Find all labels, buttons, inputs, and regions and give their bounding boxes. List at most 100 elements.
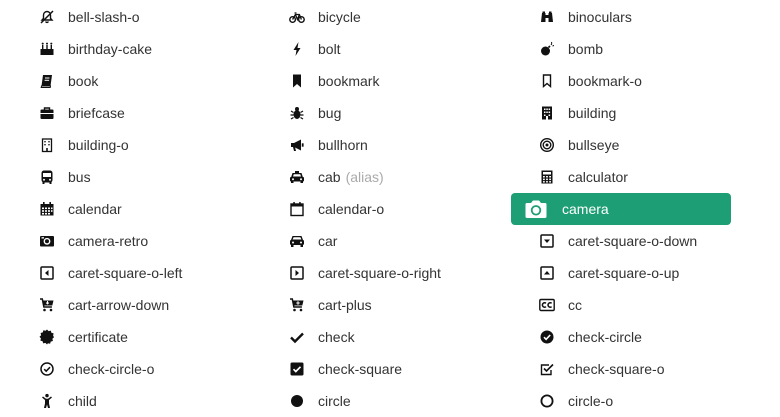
icon-item-circle-o[interactable]: circle-o — [511, 385, 731, 417]
icon-label: calendar — [68, 201, 122, 217]
icon-item-camera[interactable]: camera — [511, 193, 731, 225]
icon-item-building[interactable]: building — [511, 97, 731, 129]
cab-icon — [288, 168, 306, 186]
icon-label: caret-square-o-right — [318, 265, 441, 281]
icon-item-circle[interactable]: circle — [261, 385, 481, 417]
icon-item-calendar-o[interactable]: calendar-o — [261, 193, 481, 225]
alias-note: (alias) — [345, 169, 384, 185]
icon-label: calculator — [568, 169, 628, 185]
icon-label: caret-square-o-left — [68, 265, 183, 281]
icon-item-bullhorn[interactable]: bullhorn — [261, 129, 481, 161]
icon-item-bookmark[interactable]: bookmark — [261, 65, 481, 97]
icon-label: calendar-o — [318, 201, 385, 217]
caret-square-left-icon — [38, 264, 56, 282]
check-square-icon — [288, 360, 306, 378]
icon-label: circle-o — [568, 393, 614, 409]
icon-item-caret-square-o-right[interactable]: caret-square-o-right — [261, 257, 481, 289]
icon-item-caret-square-o-down[interactable]: caret-square-o-down — [511, 225, 731, 257]
check-square-outline-icon — [538, 360, 556, 378]
icon-item-certificate[interactable]: certificate — [11, 321, 231, 353]
car-icon — [288, 232, 306, 250]
icon-item-building-o[interactable]: building-o — [11, 129, 231, 161]
icon-item-birthday-cake[interactable]: birthday-cake — [11, 33, 231, 65]
cc-icon — [538, 296, 556, 314]
birthday-cake-icon — [38, 40, 56, 58]
icon-item-check-circle-o[interactable]: check-circle-o — [11, 353, 231, 385]
caret-square-up-icon — [538, 264, 556, 282]
icon-item-child[interactable]: child — [11, 385, 231, 417]
icon-item-bomb[interactable]: bomb — [511, 33, 731, 65]
child-icon — [38, 392, 56, 410]
icon-item-check-square[interactable]: check-square — [261, 353, 481, 385]
icon-item-cart-plus[interactable]: cart-plus — [261, 289, 481, 321]
camera-icon — [523, 198, 549, 220]
icon-item-camera-retro[interactable]: camera-retro — [11, 225, 231, 257]
circle-outline-icon — [538, 392, 556, 410]
icon-item-book[interactable]: book — [11, 65, 231, 97]
bicycle-icon — [288, 8, 306, 26]
bolt-icon — [288, 40, 306, 58]
icon-item-check-circle[interactable]: check-circle — [511, 321, 731, 353]
cart-arrow-down-icon — [38, 296, 56, 314]
icon-grid: bell-slash-o bicycle binoculars birthday-ca… — [0, 0, 780, 417]
icon-item-bullseye[interactable]: bullseye — [511, 129, 731, 161]
bookmark-icon — [288, 72, 306, 90]
icon-item-binoculars[interactable]: binoculars — [511, 1, 731, 33]
icon-item-bug[interactable]: bug — [261, 97, 481, 129]
bullseye-icon — [538, 136, 556, 154]
icon-item-car[interactable]: car — [261, 225, 481, 257]
icon-item-bolt[interactable]: bolt — [261, 33, 481, 65]
icon-label: cc — [568, 297, 582, 313]
bomb-icon — [538, 40, 556, 58]
icon-item-caret-square-o-left[interactable]: caret-square-o-left — [11, 257, 231, 289]
icon-item-calendar[interactable]: calendar — [11, 193, 231, 225]
bell-slash-icon — [38, 8, 56, 26]
icon-label: caret-square-o-down — [568, 233, 698, 249]
icon-label: bolt — [318, 41, 341, 57]
check-circle-icon — [538, 328, 556, 346]
icon-item-cc[interactable]: cc — [511, 289, 731, 321]
icon-label: circle — [318, 393, 351, 409]
icon-item-check-square-o[interactable]: check-square-o — [511, 353, 731, 385]
cart-plus-icon — [288, 296, 306, 314]
caret-square-right-icon — [288, 264, 306, 282]
bus-icon — [38, 168, 56, 186]
icon-label: bicycle — [318, 9, 361, 25]
icon-item-cab[interactable]: cab (alias) — [261, 161, 481, 193]
icon-item-bell-slash-o[interactable]: bell-slash-o — [11, 1, 231, 33]
icon-label: cart-plus — [318, 297, 372, 313]
icon-label: caret-square-o-up — [568, 265, 680, 281]
icon-label: binoculars — [568, 9, 632, 25]
binoculars-icon — [538, 8, 556, 26]
icon-label: camera — [562, 201, 609, 217]
icon-label: bullhorn — [318, 137, 368, 153]
icon-item-bus[interactable]: bus — [11, 161, 231, 193]
icon-label: certificate — [68, 329, 128, 345]
icon-label: bomb — [568, 41, 604, 57]
icon-label: building-o — [68, 137, 129, 153]
icon-item-briefcase[interactable]: briefcase — [11, 97, 231, 129]
icon-label: check — [318, 329, 355, 345]
icon-label: check-square-o — [568, 361, 665, 377]
icon-item-cart-arrow-down[interactable]: cart-arrow-down — [11, 289, 231, 321]
icon-item-caret-square-o-up[interactable]: caret-square-o-up — [511, 257, 731, 289]
icon-label: child — [68, 393, 97, 409]
building-icon — [538, 104, 556, 122]
icon-label: bus — [68, 169, 91, 185]
icon-label: cab — [318, 169, 341, 185]
icon-label: check-square — [318, 361, 403, 377]
briefcase-icon — [38, 104, 56, 122]
icon-item-check[interactable]: check — [261, 321, 481, 353]
circle-icon — [288, 392, 306, 410]
icon-label: book — [68, 73, 99, 89]
icon-label: camera-retro — [68, 233, 149, 249]
caret-square-down-icon — [538, 232, 556, 250]
icon-item-calculator[interactable]: calculator — [511, 161, 731, 193]
camera-retro-icon — [38, 232, 56, 250]
icon-label: bookmark — [318, 73, 380, 89]
icon-item-bookmark-o[interactable]: bookmark-o — [511, 65, 731, 97]
icon-label: check-circle — [568, 329, 642, 345]
calendar-outline-icon — [288, 200, 306, 218]
check-icon — [288, 328, 306, 346]
icon-item-bicycle[interactable]: bicycle — [261, 1, 481, 33]
